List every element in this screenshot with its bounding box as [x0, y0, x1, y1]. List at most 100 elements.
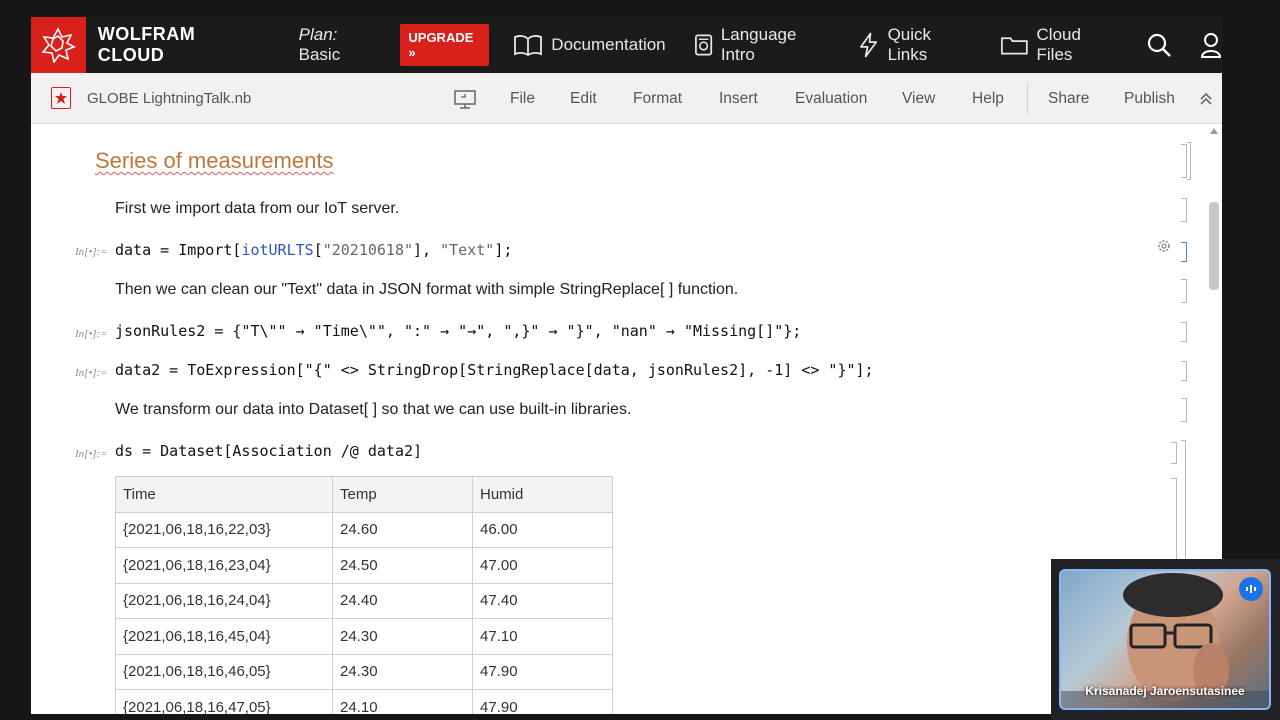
- speaker-name: Krisanadej Jaroensutasinee: [1085, 684, 1245, 698]
- cell-bracket[interactable]: [1181, 198, 1187, 222]
- nav-language-intro-label: Language Intro: [720, 25, 797, 64]
- cell-humid: 46.00: [472, 511, 613, 548]
- plan-label: Plan:: [298, 25, 338, 44]
- menu-publish[interactable]: Publish: [1124, 73, 1175, 124]
- nav-cloud-files-label: Cloud Files: [1036, 25, 1081, 64]
- cell-temp: 24.40: [332, 582, 473, 619]
- lightning-icon: [860, 32, 878, 58]
- notebook-toolbar: GLOBE LightningTalk.nb File Edit Format …: [31, 73, 1222, 124]
- text-cell-clean[interactable]: Then we can clean our "Text" data in JSO…: [115, 281, 738, 299]
- cell-humid: 47.10: [472, 618, 613, 655]
- input-label: In[•]:=: [75, 448, 108, 460]
- text-cell-import[interactable]: First we import data from our IoT server…: [115, 200, 399, 218]
- cell-temp: 24.50: [332, 547, 473, 584]
- column-header-temp[interactable]: Temp: [332, 476, 473, 513]
- menu-view[interactable]: View: [902, 73, 935, 124]
- dataset-table[interactable]: Time Temp Humid {2021,06,18,16,22,03} 24…: [115, 476, 613, 714]
- presenter-icon: [454, 89, 476, 109]
- wolfram-spikey-icon: [41, 27, 77, 63]
- menu-share[interactable]: Share: [1048, 73, 1089, 124]
- table-row: {2021,06,18,16,45,04} 24.30 47.10: [115, 618, 613, 655]
- nav-quick-links[interactable]: Quick Links: [858, 25, 971, 65]
- cell-time: {2021,06,18,16,45,04}: [115, 618, 333, 655]
- input-cell-dataset[interactable]: ds = Dataset[Association /@ data2]: [115, 442, 422, 460]
- notebook-body: Series of measurements First we import d…: [31, 124, 1222, 714]
- table-row: {2021,06,18,16,23,04} 24.50 47.00: [115, 547, 613, 584]
- code-string: "Text": [440, 241, 495, 259]
- cell-temp: 24.30: [332, 618, 473, 655]
- cell-temp: 24.60: [332, 511, 473, 548]
- language-intro-icon: [694, 34, 712, 56]
- cell-bracket[interactable]: [1181, 322, 1187, 342]
- group-bracket[interactable]: [1187, 142, 1191, 180]
- table-row: {2021,06,18,16,22,03} 24.60 46.00: [115, 511, 613, 548]
- notebook-title[interactable]: GLOBE LightningTalk.nb: [87, 90, 251, 107]
- input-label: In[•]:=: [75, 328, 108, 340]
- user-icon: [1201, 33, 1222, 58]
- speaker-video: Krisanadej Jaroensutasinee: [1059, 569, 1271, 710]
- text-cell-dataset[interactable]: We transform our data into Dataset[ ] so…: [115, 401, 631, 419]
- nav-language-intro[interactable]: Language Intro: [694, 25, 831, 65]
- code-part: ],: [413, 241, 441, 259]
- column-header-humid[interactable]: Humid: [472, 476, 613, 513]
- cell-humid: 47.00: [472, 547, 613, 584]
- scroll-up-arrow-icon[interactable]: [1210, 128, 1218, 134]
- menu-format[interactable]: Format: [633, 73, 682, 124]
- account-button[interactable]: [1200, 32, 1222, 58]
- wolfram-logo[interactable]: [31, 17, 86, 73]
- collapse-toolbar-button[interactable]: [1198, 73, 1214, 124]
- video-call-tile: Krisanadej Jaroensutasinee: [1051, 559, 1280, 720]
- menu-insert[interactable]: Insert: [719, 73, 758, 124]
- plan-indicator: Plan: Basic: [299, 25, 381, 65]
- wolfram-top-bar: WOLFRAM CLOUD Plan: Basic UPGRADE » Docu…: [31, 17, 1222, 73]
- menu-edit[interactable]: Edit: [570, 73, 597, 124]
- input-label: In[•]:=: [75, 367, 108, 379]
- cell-bracket-selected[interactable]: [1181, 242, 1187, 262]
- table-row: {2021,06,18,16,24,04} 24.40 47.40: [115, 582, 613, 619]
- menu-help[interactable]: Help: [972, 73, 1004, 124]
- search-button[interactable]: [1146, 32, 1172, 58]
- nav-quick-links-label: Quick Links: [887, 25, 932, 64]
- present-button[interactable]: [453, 73, 477, 124]
- table-row: {2021,06,18,16,47,05} 24.10 47.90: [115, 689, 613, 714]
- cell-time: {2021,06,18,16,23,04}: [115, 547, 333, 584]
- column-header-time[interactable]: Time: [115, 476, 333, 513]
- cell-time: {2021,06,18,16,46,05}: [115, 653, 333, 690]
- input-label: In[•]:=: [75, 246, 108, 258]
- nav-cloud-files[interactable]: Cloud Files: [1000, 25, 1118, 65]
- cell-bracket[interactable]: [1181, 361, 1187, 381]
- brand-title: WOLFRAM CLOUD: [97, 24, 196, 65]
- table-header-row: Time Temp Humid: [115, 476, 613, 513]
- cell-time: {2021,06,18,16,47,05}: [115, 689, 333, 714]
- cell-time: {2021,06,18,16,24,04}: [115, 582, 333, 619]
- toolbar-divider: [1027, 83, 1028, 115]
- code-part: [: [313, 241, 323, 259]
- cell-humid: 47.40: [472, 582, 613, 619]
- cell-bracket[interactable]: [1181, 279, 1187, 303]
- chevron-up-double-icon: [1200, 92, 1212, 105]
- upgrade-button[interactable]: UPGRADE »: [400, 24, 490, 66]
- menu-evaluation[interactable]: Evaluation: [795, 73, 867, 124]
- section-title[interactable]: Series of measurements: [95, 148, 333, 174]
- cell-options-gear-icon[interactable]: [1156, 238, 1172, 254]
- cell-humid: 47.90: [472, 653, 613, 690]
- cell-bracket[interactable]: [1171, 442, 1177, 464]
- input-cell-import[interactable]: data = Import[iotURLTS["20210618"], "Tex…: [115, 241, 512, 259]
- plan-value: Basic: [298, 45, 341, 64]
- menu-file[interactable]: File: [510, 73, 535, 124]
- table-row: {2021,06,18,16,46,05} 24.30 47.90: [115, 653, 613, 690]
- cell-bracket[interactable]: [1181, 398, 1187, 422]
- speaking-indicator: [1239, 577, 1263, 601]
- search-icon: [1147, 33, 1171, 57]
- cell-temp: 24.10: [332, 689, 473, 714]
- input-cell-jsonrules[interactable]: jsonRules2 = {"T\"" → "Time\"", ":" → "→…: [115, 322, 801, 340]
- nav-documentation[interactable]: Documentation: [513, 34, 666, 56]
- cell-humid: 47.90: [472, 689, 613, 714]
- input-cell-toexpression[interactable]: data2 = ToExpression["{" <> StringDrop[S…: [115, 361, 874, 379]
- notebook-file-icon: [51, 87, 71, 109]
- folder-icon: [1000, 37, 1028, 55]
- code-string: "20210618": [322, 241, 414, 259]
- code-part: data = Import[: [115, 241, 242, 259]
- nav-documentation-label: Documentation: [551, 35, 666, 54]
- vertical-scrollbar-thumb[interactable]: [1209, 202, 1219, 290]
